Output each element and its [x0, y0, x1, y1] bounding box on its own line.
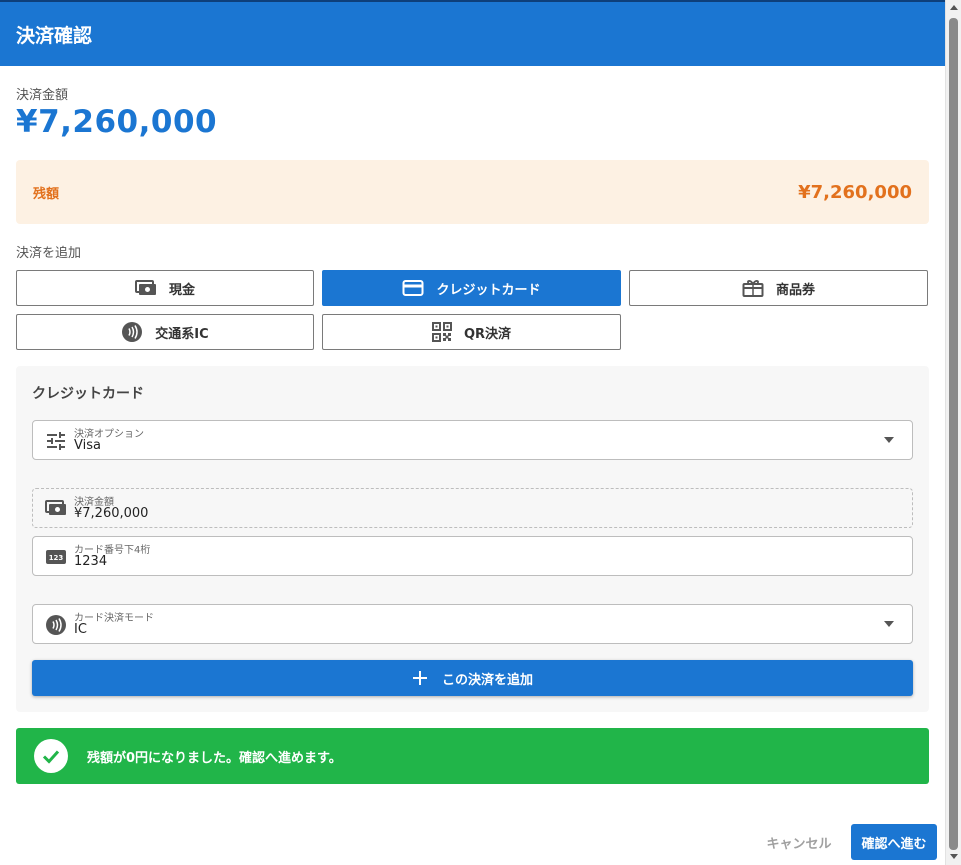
- contactless-icon: [45, 614, 67, 636]
- cash-icon: [45, 498, 67, 520]
- method-label: QR決済: [463, 326, 512, 342]
- dropdown-arrow-icon: [884, 437, 894, 443]
- success-banner: 残額が0円になりました。確認へ進めます。: [16, 728, 929, 784]
- method-credit-card-button[interactable]: クレジットカード: [322, 270, 621, 306]
- remaining-banner: 残額 ¥7,260,000: [16, 160, 929, 224]
- dialog-title: 決済確認: [16, 24, 93, 47]
- payment-confirm-dialog: 決済確認 決済金額 ¥7,260,000 残額 ¥7,260,000 決済を追加…: [0, 0, 945, 865]
- contactless-icon: [121, 321, 143, 343]
- field-value: 1234: [74, 554, 108, 569]
- dropdown-arrow-icon: [884, 621, 894, 627]
- credit-card-panel: クレジットカード 決済オプション Visa 決済金額 ¥7,260,000 12…: [16, 366, 929, 712]
- amount-value: ¥7,260,000: [16, 104, 218, 140]
- cash-icon: [134, 279, 157, 297]
- credit-card-icon: [402, 279, 424, 297]
- method-label: クレジットカード: [436, 282, 541, 298]
- cancel-button[interactable]: キャンセル: [756, 825, 842, 859]
- method-transit-ic-button[interactable]: 交通系IC: [16, 314, 314, 350]
- card-last4-input[interactable]: 123 カード番号下4桁 1234: [32, 536, 913, 576]
- method-label: 現金: [168, 282, 195, 298]
- method-label: 交通系IC: [155, 326, 209, 342]
- panel-title: クレジットカード: [32, 386, 144, 402]
- scroll-down-arrow-icon[interactable]: [950, 854, 958, 859]
- vertical-scrollbar[interactable]: [945, 0, 961, 865]
- svg-text:123: 123: [49, 554, 64, 562]
- check-circle-icon: [34, 739, 68, 773]
- scroll-up-arrow-icon[interactable]: [950, 5, 958, 10]
- confirm-button[interactable]: 確認へ進む: [851, 824, 937, 860]
- method-qr-button[interactable]: QR決済: [322, 314, 621, 350]
- plus-icon: [412, 670, 428, 686]
- field-value: IC: [74, 622, 87, 637]
- payment-amount-field: 決済金額 ¥7,260,000: [32, 488, 913, 528]
- field-value: ¥7,260,000: [74, 506, 149, 521]
- remaining-label: 残額: [33, 186, 60, 202]
- payment-option-select[interactable]: 決済オプション Visa: [32, 420, 913, 460]
- qr-code-icon: [431, 322, 452, 342]
- scroll-thumb[interactable]: [949, 18, 958, 850]
- method-gift-voucher-button[interactable]: 商品券: [629, 270, 928, 306]
- add-payment-label: 決済を追加: [16, 246, 82, 261]
- card-mode-select[interactable]: カード決済モード IC: [32, 604, 913, 644]
- gift-icon: [742, 278, 764, 298]
- number-icon: 123: [45, 546, 67, 568]
- add-payment-label: この決済を追加: [441, 672, 533, 688]
- tune-icon: [45, 430, 67, 452]
- remaining-value: ¥7,260,000: [798, 181, 912, 203]
- method-cash-button[interactable]: 現金: [16, 270, 314, 306]
- amount-label: 決済金額: [16, 88, 69, 103]
- method-label: 商品券: [775, 282, 815, 298]
- dialog-header: 決済確認: [0, 0, 945, 66]
- add-payment-button[interactable]: この決済を追加: [32, 660, 913, 696]
- success-message: 残額が0円になりました。確認へ進めます。: [87, 750, 342, 766]
- field-value: Visa: [74, 438, 101, 453]
